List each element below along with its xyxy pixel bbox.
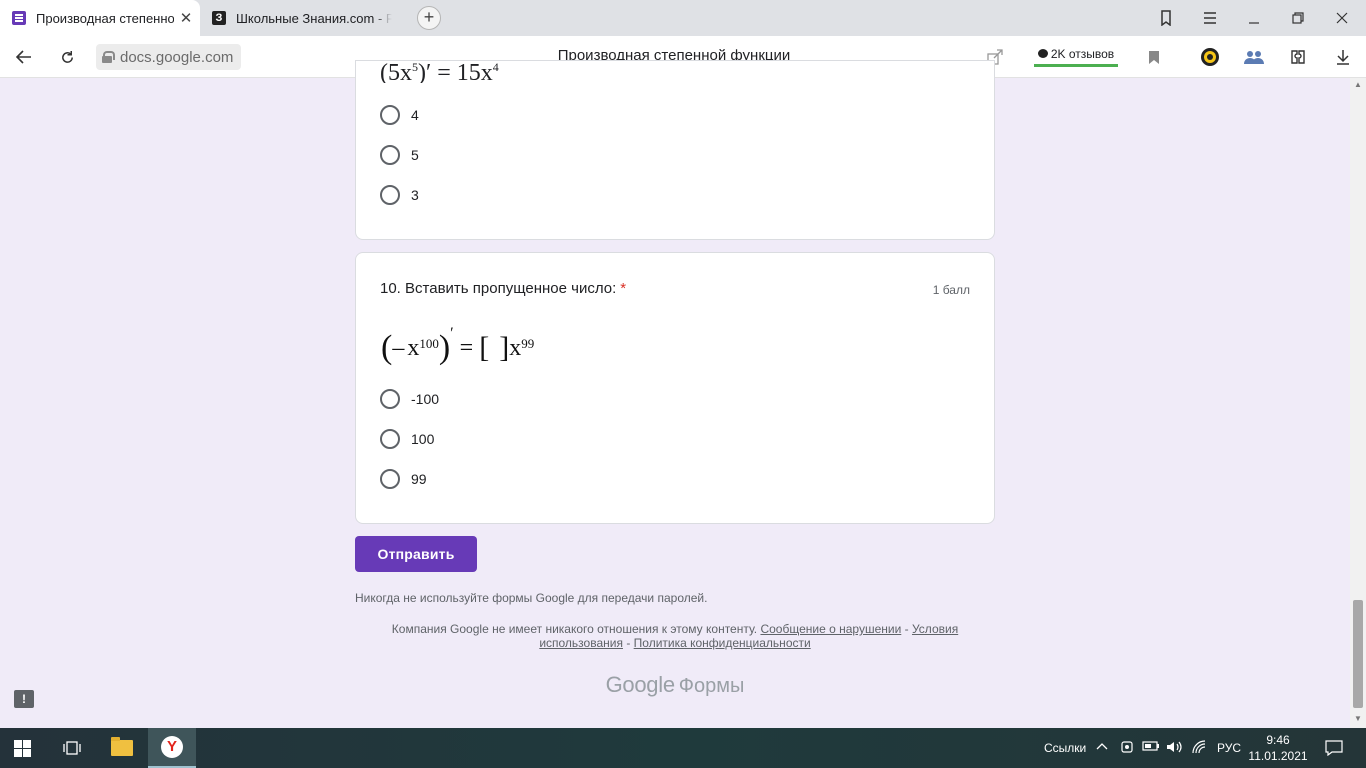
partial-formula-image: (5x5)′ = 15x4 (380, 63, 499, 83)
windows-start-icon[interactable] (14, 740, 31, 757)
clock-time: 9:46 (1266, 733, 1290, 747)
option-label: 4 (411, 107, 419, 123)
formula-result-var: x (509, 334, 522, 361)
footer-separator: - (904, 622, 909, 636)
clock[interactable]: 9:46 11.01.2021 (1248, 732, 1308, 764)
menu-icon[interactable] (1188, 0, 1232, 36)
required-asterisk: * (620, 280, 627, 297)
scroll-up-icon[interactable]: ▲ (1353, 80, 1363, 89)
formula-exponent: 100 (419, 336, 439, 351)
option-minus-100[interactable]: -100 (380, 389, 439, 409)
radio-button[interactable] (380, 185, 400, 205)
question-title-text: 10. Вставить пропущенное число: (380, 280, 617, 297)
footer-disclaimer: Компания Google не имеет никакого отноше… (391, 622, 758, 636)
question-card-previous: (5x5)′ = 15x4 4 5 3 (355, 60, 995, 240)
tab-title: Производная степенной функции (36, 10, 174, 26)
option-3[interactable]: 3 (380, 185, 419, 205)
formula-minus: – (392, 334, 405, 361)
password-notice: Никогда не используйте формы Google для … (355, 591, 708, 605)
notifications-icon[interactable] (1325, 740, 1343, 759)
back-arrow-icon[interactable] (12, 45, 36, 69)
footer-legal: Компания Google не имеет никакого отноше… (355, 622, 995, 650)
submit-button[interactable]: Отправить (355, 536, 477, 572)
google-wordmark: Google (605, 672, 675, 697)
clock-date: 11.01.2021 (1248, 749, 1308, 763)
reviews-button[interactable]: 2K отзывов (1034, 43, 1118, 67)
option-4[interactable]: 4 (380, 105, 419, 125)
bookmarks-panel-icon[interactable] (1144, 0, 1188, 36)
google-forms-logo[interactable]: Google Формы (355, 672, 995, 698)
option-100[interactable]: 100 (380, 429, 434, 449)
new-tab-button[interactable]: + (417, 6, 441, 30)
formula-var: x (407, 334, 420, 361)
restore-icon[interactable] (1276, 0, 1320, 36)
tab-strip: Производная степенной функции ✕ З Школьн… (0, 0, 1366, 36)
bookmark-icon[interactable] (1142, 45, 1166, 69)
download-icon[interactable] (1331, 45, 1355, 69)
radio-button[interactable] (380, 469, 400, 489)
option-label: 99 (411, 471, 427, 487)
yandex-browser-icon[interactable]: Y (148, 728, 196, 768)
privacy-link[interactable]: Политика конфиденциальности (634, 636, 811, 650)
alice-icon[interactable] (1198, 45, 1222, 69)
formula-equals: = (459, 334, 474, 361)
formula-result-exponent: 99 (521, 336, 535, 351)
task-view-icon[interactable] (48, 728, 96, 768)
feedback-icon[interactable]: ! (14, 690, 34, 708)
option-label: 3 (411, 187, 419, 203)
tab-title: Школьные Знания.com - Р (236, 10, 392, 26)
network-icon[interactable] (1192, 740, 1208, 757)
radio-button[interactable] (380, 145, 400, 165)
option-label: 100 (411, 431, 435, 447)
speech-bubble-icon (1037, 49, 1048, 58)
close-tab-icon[interactable]: ✕ (178, 9, 194, 27)
footer-separator: - (626, 636, 631, 650)
reload-icon[interactable] (55, 45, 79, 69)
forms-wordmark: Формы (678, 675, 745, 697)
minimize-icon[interactable] (1232, 0, 1276, 36)
radio-button[interactable] (380, 389, 400, 409)
znania-favicon-icon: З (212, 11, 226, 25)
language-indicator[interactable]: РУС (1217, 741, 1241, 755)
links-toolbar[interactable]: Ссылки (1044, 741, 1086, 755)
scroll-thumb[interactable] (1353, 600, 1363, 708)
radio-button[interactable] (380, 105, 400, 125)
question-points: 1 балл (932, 283, 970, 297)
reviews-label: 2K отзывов (1050, 46, 1115, 61)
address-domain[interactable]: docs.google.com (96, 44, 242, 70)
webcam-icon[interactable] (1120, 740, 1134, 757)
page-scrollbar[interactable]: ▲ ▼ (1350, 78, 1366, 728)
domain-text: docs.google.com (120, 48, 234, 66)
question-title: 10. Вставить пропущенное число: * (380, 280, 626, 297)
users-icon[interactable] (1242, 45, 1266, 69)
battery-icon[interactable] (1142, 740, 1160, 755)
extensions-icon[interactable] (1286, 45, 1310, 69)
volume-icon[interactable] (1166, 740, 1184, 757)
taskbar: Y Ссылки РУС 9:46 11.01.2021 (0, 728, 1366, 768)
option-label: -100 (411, 391, 440, 407)
option-5[interactable]: 5 (380, 145, 419, 165)
tab-znania[interactable]: З Школьные Знания.com - Р (200, 0, 392, 36)
option-label: 5 (411, 147, 419, 163)
tab-forms[interactable]: Производная степенной функции ✕ (0, 0, 200, 36)
file-explorer-icon[interactable] (98, 728, 146, 768)
scroll-down-icon[interactable]: ▼ (1353, 714, 1363, 723)
google-forms-favicon-icon (12, 11, 26, 25)
formula-image: ( – x 100 ) ′ = [ ] x 99 (381, 325, 535, 366)
option-99[interactable]: 99 (380, 469, 427, 489)
lock-icon (102, 51, 115, 63)
report-abuse-link[interactable]: Сообщение о нарушении (760, 622, 901, 636)
close-window-icon[interactable] (1320, 0, 1364, 36)
chevron-up-icon[interactable] (1096, 740, 1108, 755)
radio-button[interactable] (380, 429, 400, 449)
question-card-10: 10. Вставить пропущенное число: * 1 балл … (355, 252, 995, 524)
